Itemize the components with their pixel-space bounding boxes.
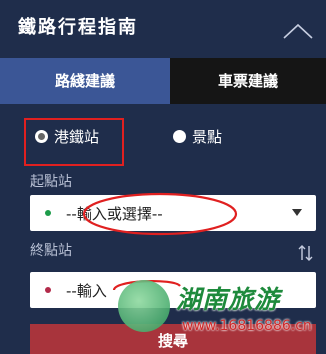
page-title: 鐵路行程指南	[18, 17, 138, 38]
radio-checked-icon[interactable]	[35, 130, 48, 143]
destination-select[interactable]: --輸入	[30, 272, 316, 308]
destination-label: 終點站	[30, 243, 72, 259]
tab-route-suggestion[interactable]: 路綫建議	[0, 58, 170, 104]
dropdown-caret-icon[interactable]	[292, 209, 302, 216]
destination-dot-icon	[45, 287, 51, 293]
origin-label: 起點站	[30, 174, 72, 190]
search-button-label: 搜尋	[157, 332, 188, 350]
radio-mtr-station-label: 港鐵站	[54, 128, 100, 146]
radio-attraction[interactable]: 景點	[173, 126, 222, 147]
radio-unchecked-icon[interactable]	[173, 130, 186, 143]
origin-select[interactable]: --輸入或選擇--	[30, 195, 316, 231]
swap-vertical-icon[interactable]	[297, 244, 315, 262]
radio-mtr-station[interactable]: 港鐵站	[35, 126, 99, 147]
destination-placeholder: --輸入	[66, 282, 107, 300]
radio-attraction-label: 景點	[192, 128, 223, 146]
search-button[interactable]: 搜尋	[30, 324, 316, 354]
origin-placeholder: --輸入或選擇--	[66, 205, 163, 223]
tab-ticket-suggestion[interactable]: 車票建議	[170, 58, 326, 104]
chevron-up-icon[interactable]	[282, 22, 314, 40]
origin-dot-icon	[45, 210, 51, 216]
search-type-radio-group: 港鐵站 景點	[0, 114, 326, 168]
header: 鐵路行程指南	[0, 0, 326, 58]
tab-bar: 路綫建議 車票建議	[0, 58, 326, 104]
